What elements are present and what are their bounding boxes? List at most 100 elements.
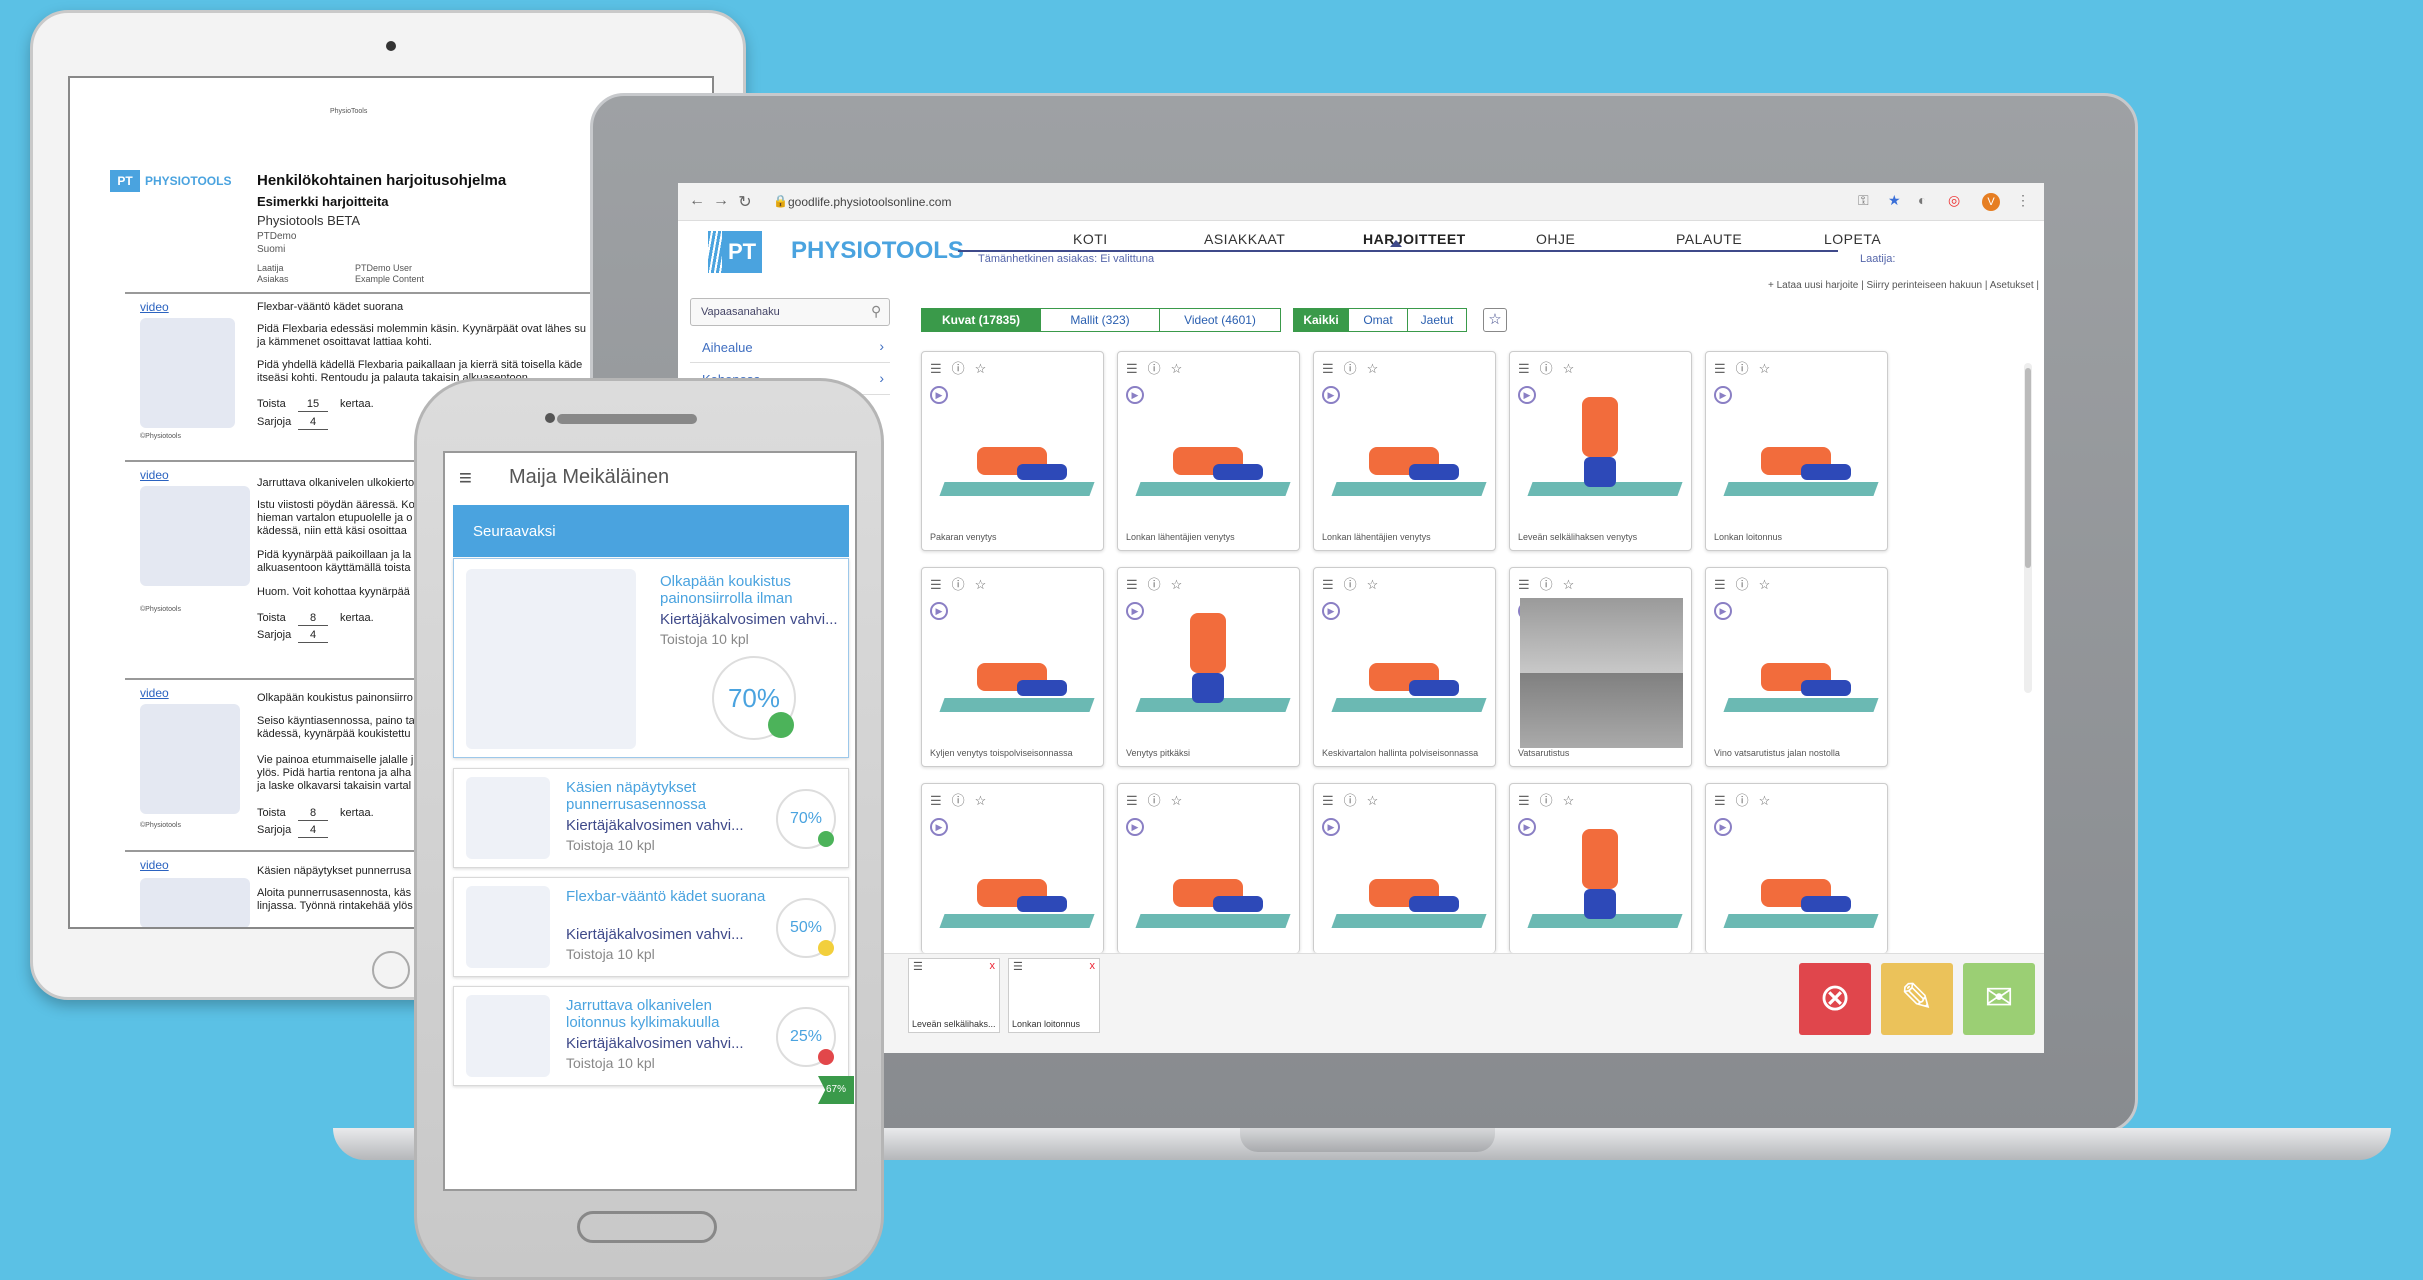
- exercise-card[interactable]: ☰ⓘ☆▶Vatsarutistus: [1509, 567, 1692, 767]
- video-link[interactable]: video: [140, 300, 169, 314]
- nav-home[interactable]: KOTI: [1073, 231, 1108, 247]
- tab-images[interactable]: Kuvat (17835): [921, 308, 1041, 332]
- video-link[interactable]: video: [140, 468, 169, 482]
- card-action-icons[interactable]: ☰ⓘ☆: [1714, 790, 1780, 809]
- card-action-icons[interactable]: ☰ⓘ☆: [1126, 358, 1192, 377]
- card-action-icons[interactable]: ☰ⓘ☆: [1126, 574, 1192, 593]
- exercise-card-featured[interactable]: Olkapään koukistus painonsiirrolla ilman…: [453, 558, 849, 758]
- nav-feedback[interactable]: PALAUTE: [1676, 231, 1742, 247]
- menu-icon[interactable]: ☰: [1013, 960, 1023, 973]
- exercise-card[interactable]: ☰ⓘ☆ ▶: [1705, 783, 1888, 953]
- exercise-card[interactable]: ☰ⓘ☆ ▶ Keskivartalon hallinta polviseisonna…: [1313, 567, 1496, 767]
- exercise-text-line: Pidä Flexbaria edessäsi molemmin käsin. …: [257, 323, 586, 335]
- tab-shared[interactable]: Jaetut: [1407, 308, 1467, 332]
- user-avatar[interactable]: V: [1982, 193, 2000, 211]
- phone-home-button[interactable]: [577, 1211, 717, 1243]
- play-icon[interactable]: ▶: [1518, 386, 1536, 404]
- card-action-icons[interactable]: ☰ⓘ☆: [1518, 358, 1584, 377]
- exercise-card[interactable]: ☰ⓘ☆ ▶ Leveän selkälihaksen venytys: [1509, 351, 1692, 551]
- exercise-card[interactable]: Jarruttava olkanivelen loitonnus kylkima…: [453, 986, 849, 1086]
- play-icon[interactable]: ▶: [1126, 602, 1144, 620]
- sets-label: Sarjoja: [257, 824, 292, 836]
- nav-help[interactable]: OHJE: [1536, 231, 1575, 247]
- card-action-icons[interactable]: ☰ⓘ☆: [1126, 790, 1192, 809]
- reload-icon[interactable]: ↻: [736, 192, 754, 212]
- exercise-mat: [1135, 482, 1291, 496]
- play-icon[interactable]: ▶: [1322, 602, 1340, 620]
- url-field[interactable]: goodlife.physiotoolsonline.com: [788, 195, 951, 209]
- exercise-card[interactable]: Käsien näpäytykset punnerrusasennossa Ki…: [453, 768, 849, 868]
- exercise-card[interactable]: ☰ⓘ☆ ▶ Lonkan loitonnus: [1705, 351, 1888, 551]
- pt-logo-icon[interactable]: PT: [722, 231, 762, 273]
- tray-card[interactable]: ☰ x Leveän selkälihaks...: [908, 958, 1000, 1033]
- opera-icon[interactable]: ◎: [1948, 192, 1960, 209]
- exercise-card[interactable]: ☰ⓘ☆ ▶ Venytys pitkäksi: [1117, 567, 1300, 767]
- video-link[interactable]: video: [140, 858, 169, 872]
- nav-clients[interactable]: ASIAKKAAT: [1204, 231, 1285, 247]
- edit-pencil-button[interactable]: ✎: [1881, 963, 1953, 1035]
- exercise-card[interactable]: ☰ⓘ☆ ▶: [1509, 783, 1692, 953]
- card-action-icons[interactable]: ☰ⓘ☆: [1714, 358, 1780, 377]
- tab-videos[interactable]: Videot (4601): [1159, 308, 1281, 332]
- remove-icon[interactable]: x: [1090, 960, 1096, 972]
- exercise-card[interactable]: Flexbar-vääntö kädet suorana Kiertäjäkal…: [453, 877, 849, 977]
- scrollbar-thumb[interactable]: [2025, 368, 2031, 568]
- exercise-card[interactable]: ☰ⓘ☆ ▶ Lonkan lähentäjien venytys: [1117, 351, 1300, 551]
- exercise-card[interactable]: ☰ⓘ☆ ▶ Pakaran venytys: [921, 351, 1104, 551]
- key-icon[interactable]: ⚿: [1858, 192, 1869, 209]
- cancel-button[interactable]: ⊗: [1799, 963, 1871, 1035]
- menu-icon[interactable]: ☰: [913, 960, 923, 973]
- remove-icon[interactable]: x: [990, 960, 996, 972]
- exercise-illustration: [466, 886, 550, 968]
- card-action-icons[interactable]: ☰ⓘ☆: [1322, 358, 1388, 377]
- browser-menu-icon[interactable]: ⋮: [2016, 192, 2030, 209]
- top-links[interactable]: + Lataa uusi harjoite | Siirry perinteis…: [1768, 280, 2039, 291]
- play-icon[interactable]: ▶: [930, 602, 948, 620]
- tab-models[interactable]: Mallit (323): [1040, 308, 1160, 332]
- exercise-card[interactable]: ☰ⓘ☆ ▶ Lonkan lähentäjien venytys: [1313, 351, 1496, 551]
- play-icon[interactable]: ▶: [1714, 386, 1732, 404]
- play-icon[interactable]: ▶: [1322, 386, 1340, 404]
- play-icon[interactable]: ▶: [1518, 818, 1536, 836]
- play-icon[interactable]: ▶: [1126, 386, 1144, 404]
- card-action-icons[interactable]: ☰ⓘ☆: [1322, 790, 1388, 809]
- extension-icon[interactable]: ◐: [1918, 192, 1926, 208]
- search-icon[interactable]: ⚲: [871, 303, 881, 320]
- card-action-icons[interactable]: ☰ⓘ☆: [930, 574, 996, 593]
- print-email-button[interactable]: ✉: [1963, 963, 2035, 1035]
- bookmark-star-icon[interactable]: ★: [1888, 192, 1901, 209]
- main-nav: KOTI ASIAKKAAT HARJOITTEET OHJE PALAUTE …: [958, 226, 1881, 252]
- card-action-icons[interactable]: ☰ⓘ☆: [1518, 790, 1584, 809]
- search-input[interactable]: Vapaasanahaku ⚲: [690, 298, 890, 326]
- card-action-icons[interactable]: ☰ⓘ☆: [1322, 574, 1388, 593]
- back-icon[interactable]: ←: [688, 192, 706, 210]
- exercise-card[interactable]: ☰ⓘ☆ ▶ Kyljen venytys toispolviseisonnassa: [921, 567, 1104, 767]
- nav-exercises[interactable]: HARJOITTEET: [1363, 231, 1466, 247]
- tab-own[interactable]: Omat: [1348, 308, 1408, 332]
- play-icon[interactable]: ▶: [1322, 818, 1340, 836]
- hamburger-menu-icon[interactable]: ≡: [459, 465, 472, 491]
- video-link[interactable]: video: [140, 686, 169, 700]
- nav-logout[interactable]: LOPETA: [1824, 231, 1881, 247]
- play-icon[interactable]: ▶: [930, 386, 948, 404]
- tray-card[interactable]: ☰ x Lonkan loitonnus: [1008, 958, 1100, 1033]
- exercise-card[interactable]: ☰ⓘ☆ ▶: [1313, 783, 1496, 953]
- card-action-icons[interactable]: ☰ⓘ☆: [930, 790, 996, 809]
- play-icon[interactable]: ▶: [930, 818, 948, 836]
- play-icon[interactable]: ▶: [1714, 602, 1732, 620]
- exercise-card[interactable]: ☰ⓘ☆ ▶: [921, 783, 1104, 953]
- card-action-icons[interactable]: ☰ⓘ☆: [1518, 574, 1584, 593]
- favorites-star-icon[interactable]: ☆: [1483, 308, 1507, 332]
- tablet-home-button[interactable]: [372, 951, 410, 989]
- play-icon[interactable]: ▶: [1126, 818, 1144, 836]
- exercise-card[interactable]: ☰ⓘ☆ ▶: [1117, 783, 1300, 953]
- exercise-card-label: Lonkan lähentäjien venytys: [1126, 532, 1235, 542]
- forward-icon[interactable]: →: [712, 192, 730, 210]
- play-icon[interactable]: ▶: [1714, 818, 1732, 836]
- card-action-icons[interactable]: ☰ⓘ☆: [930, 358, 996, 377]
- sidebar-item-topic[interactable]: Aihealue ›: [690, 331, 890, 363]
- tab-all[interactable]: Kaikki: [1293, 308, 1349, 332]
- exercise-card-label: Vino vatsarutistus jalan nostolla: [1714, 748, 1840, 758]
- exercise-card[interactable]: ☰ⓘ☆ ▶ Vino vatsarutistus jalan nostolla: [1705, 567, 1888, 767]
- card-action-icons[interactable]: ☰ⓘ☆: [1714, 574, 1780, 593]
